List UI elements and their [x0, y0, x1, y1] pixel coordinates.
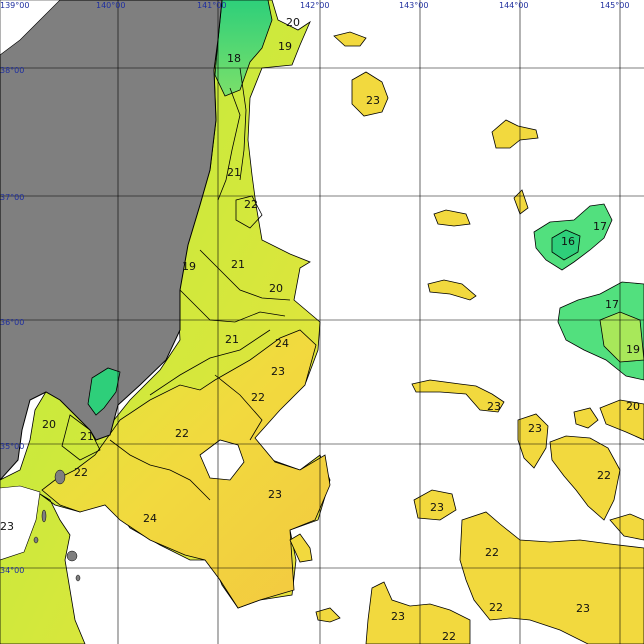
- isotherm-label: 22: [597, 469, 611, 482]
- isotherm-label: 16: [561, 235, 575, 248]
- lat-label-36: 36°00: [0, 318, 24, 327]
- isotherm-label: 17: [605, 298, 619, 311]
- isotherm-label: 22: [485, 546, 499, 559]
- isotherm-label: 20: [42, 418, 56, 431]
- lon-label-145: 145°00: [600, 1, 629, 10]
- isotherm-label: 19: [278, 40, 292, 53]
- isotherm-label: 23: [528, 422, 542, 435]
- lon-label-143: 143°00: [399, 1, 428, 10]
- lon-label-142: 142°00: [300, 1, 329, 10]
- isotherm-label: 21: [225, 333, 239, 346]
- isotherm-label: 20: [286, 16, 300, 29]
- isotherm-label: 19: [626, 343, 640, 356]
- lat-label-35: 35°00: [0, 442, 24, 451]
- isotherm-label: 21: [80, 430, 94, 443]
- lon-label-144: 144°00: [499, 1, 528, 10]
- isotherm-label: 22: [442, 630, 456, 643]
- isotherm-label: 23: [430, 501, 444, 514]
- map-canvas: 139°00 140°00 141°00 142°00 143°00 144°0…: [0, 0, 644, 644]
- isotherm-label: 18: [227, 52, 241, 65]
- isotherm-label: 23: [487, 400, 501, 413]
- isotherm-label: 22: [175, 427, 189, 440]
- isotherm-label: 20: [269, 282, 283, 295]
- isotherm-label: 22: [251, 391, 265, 404]
- sea-surface-temperature-map: 139°00 140°00 141°00 142°00 143°00 144°0…: [0, 0, 644, 644]
- isotherm-label: 23: [0, 520, 14, 533]
- isotherm-label: 24: [275, 337, 289, 350]
- lat-label-38: 38°00: [0, 66, 24, 75]
- lat-label-37: 37°00: [0, 193, 24, 202]
- isotherm-label: 23: [271, 365, 285, 378]
- lon-label-141: 141°00: [197, 1, 226, 10]
- isotherm-label: 23: [576, 602, 590, 615]
- isotherm-label: 21: [231, 258, 245, 271]
- isotherm-label: 20: [626, 400, 640, 413]
- isotherm-label: 22: [244, 198, 258, 211]
- isotherm-label: 22: [74, 466, 88, 479]
- lat-label-34: 34°00: [0, 566, 24, 575]
- isotherm-label-extra: 23: [391, 610, 405, 623]
- lon-label-139: 139°00: [0, 1, 29, 10]
- isotherm-label: 23: [268, 488, 282, 501]
- isotherm-label: 19: [182, 260, 196, 273]
- isotherm-label: 17: [593, 220, 607, 233]
- lon-label-140: 140°00: [96, 1, 125, 10]
- isotherm-label: 24: [143, 512, 157, 525]
- isotherm-label: 22: [489, 601, 503, 614]
- isotherm-label: 21: [227, 166, 241, 179]
- isotherm-label: 23: [366, 94, 380, 107]
